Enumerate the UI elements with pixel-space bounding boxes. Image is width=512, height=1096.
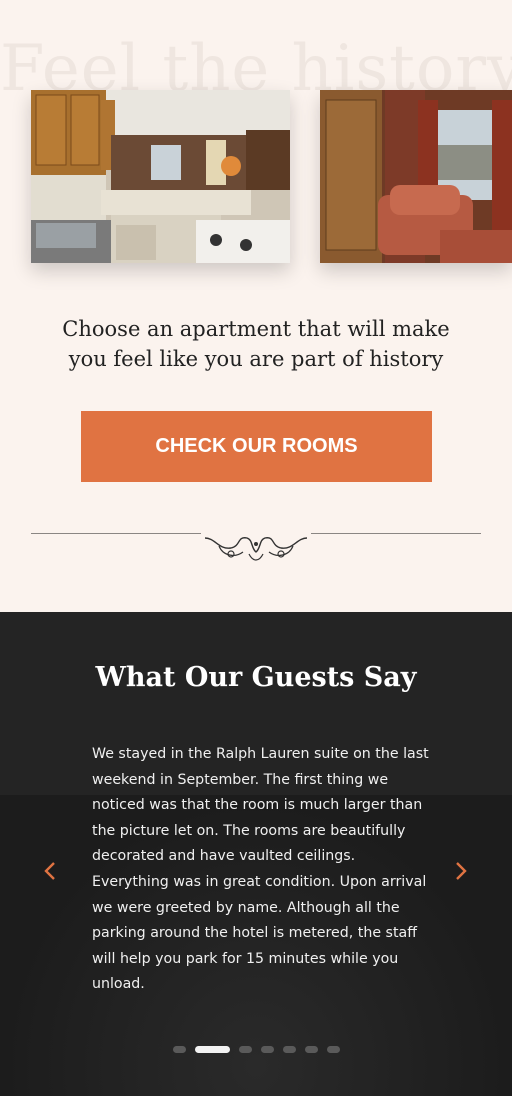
reviews-section: What Our Guests Say We stayed in the Ral… [0,612,512,1096]
check-rooms-button[interactable]: CHECK OUR ROOMS [81,411,432,482]
tagline-line-1: Choose an apartment that will make [62,317,450,341]
chevron-right-icon[interactable] [452,858,470,884]
ornament-icon [201,532,311,564]
carousel-dot[interactable] [304,1046,318,1053]
carousel-dot[interactable] [260,1046,274,1053]
carousel-dot[interactable] [194,1046,230,1053]
carousel-dot[interactable] [238,1046,252,1053]
tagline: Choose an apartment that will make you f… [40,314,472,374]
reviews-title: What Our Guests Say [95,662,417,693]
carousel-dot[interactable] [326,1046,340,1053]
kitchen-photo[interactable] [31,90,290,263]
carousel-dots [0,1046,512,1053]
living-room-photo[interactable] [320,90,512,263]
review-text: We stayed in the Ralph Lauren suite on t… [92,746,429,993]
hero-section: Feel the history Choose an apartment tha… [0,0,512,612]
carousel-dot[interactable] [172,1046,186,1053]
chevron-left-icon[interactable] [41,858,59,884]
tagline-line-2: you feel like you are part of history [68,347,444,371]
carousel-dot[interactable] [282,1046,296,1053]
